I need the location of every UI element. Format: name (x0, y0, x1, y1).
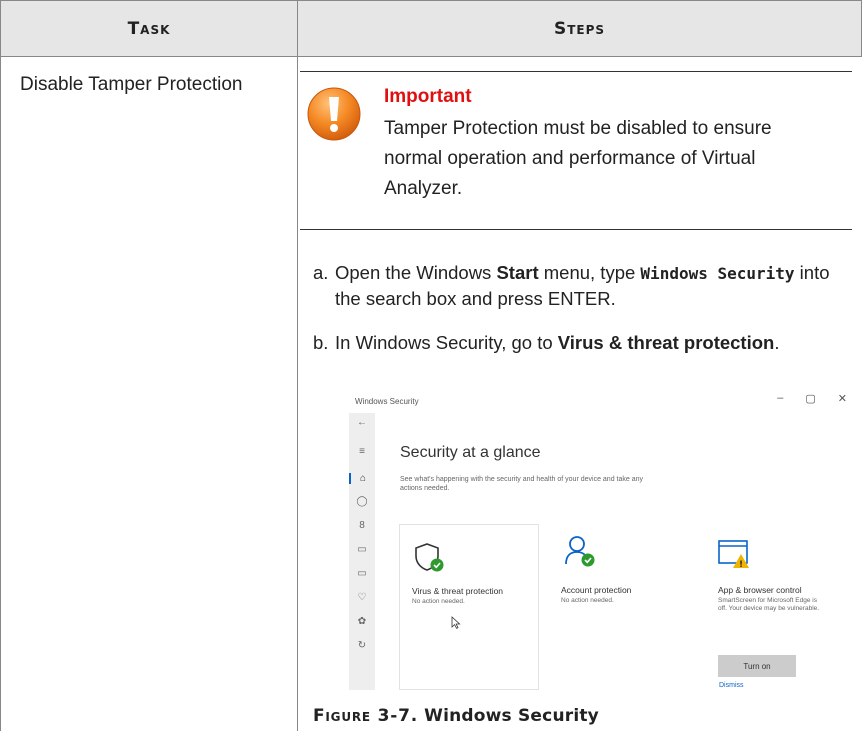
important-top-rule (300, 71, 852, 72)
browser-icon[interactable]: ▭ (349, 544, 375, 555)
turn-on-button[interactable]: Turn on (718, 655, 796, 677)
step-a-start: Start (496, 262, 539, 283)
card-app-sub: SmartScreen for Microsoft Edge is off. Y… (718, 597, 820, 612)
shield-check-icon (415, 543, 444, 572)
step-a-code: Windows Security (640, 264, 795, 283)
step-a: a. Open the Windows Start menu, type Win… (313, 260, 830, 309)
window-title: Windows Security (355, 397, 419, 406)
sidebar: ← ≡ ⌂ ◯ 8 ▭ ▭ ♡ ✿ ↻ (349, 413, 375, 690)
figure-number: Figure 3-7. (313, 706, 418, 726)
windows-security-screenshot: Windows Security – ▢ ✕ ← ≡ ⌂ ◯ 8 ▭ ▭ ♡ ✿… (349, 386, 851, 690)
window-controls: – ▢ ✕ (777, 392, 847, 405)
step-b-text: In Windows Security, go to Virus & threa… (335, 330, 862, 355)
mouse-cursor-icon (451, 616, 461, 629)
step-b-letter: b. (313, 332, 329, 353)
person-icon[interactable]: 8 (349, 520, 375, 531)
warning-exclamation-icon (307, 87, 361, 141)
back-arrow-icon[interactable]: ← (349, 417, 375, 428)
task-label: Disable Tamper Protection (20, 74, 243, 95)
important-title: Important (384, 86, 472, 107)
device-security-icon[interactable]: ▭ (349, 568, 375, 579)
menu-icon[interactable]: ≡ (349, 446, 375, 457)
header-steps: Steps (553, 18, 606, 39)
step-b-text1: In Windows Security, go to (335, 332, 558, 353)
history-icon[interactable]: ↻ (349, 640, 375, 651)
step-a-text: Open the Windows Start menu, type Window… (335, 260, 855, 311)
card-virus-sub: No action needed. (412, 598, 465, 605)
card-virus-title: Virus & threat protection (412, 586, 504, 596)
minimize-icon[interactable]: – (777, 392, 783, 405)
ws-subtitle: See what's happening with the security a… (400, 476, 643, 492)
figure-title: Windows Security (418, 706, 599, 726)
shield-icon[interactable]: ◯ (349, 496, 375, 507)
home-icon[interactable]: ⌂ (349, 473, 375, 484)
figure-caption: Figure 3-7. Windows Security (313, 706, 599, 726)
step-a-letter: a. (313, 262, 329, 283)
column-divider (297, 0, 298, 731)
header-bottom-border (0, 56, 862, 57)
heart-icon[interactable]: ♡ (349, 592, 375, 603)
svg-text:!: ! (739, 560, 743, 570)
card-account-protection[interactable]: Account protection No action needed. (557, 524, 697, 690)
card-app-title: App & browser control (718, 585, 802, 595)
step-b-bold: Virus & threat protection (557, 332, 775, 353)
browser-warning-icon: ! (718, 540, 749, 570)
important-bottom-rule (300, 229, 852, 230)
card-account-sub: No action needed. (561, 597, 614, 604)
header-task: Task (127, 18, 171, 39)
step-b: b. In Windows Security, go to Virus & th… (313, 330, 779, 355)
maximize-icon[interactable]: ▢ (805, 392, 815, 405)
ws-heading: Security at a glance (400, 444, 541, 461)
close-icon[interactable]: ✕ (838, 392, 847, 405)
family-icon[interactable]: ✿ (349, 616, 375, 627)
person-check-icon (565, 536, 595, 567)
important-text: Tamper Protection must be disabled to en… (384, 118, 772, 199)
step-a-text2: menu, type (538, 262, 641, 283)
step-a-text1: Open the Windows (335, 262, 497, 283)
card-virus-threat[interactable]: Virus & threat protection No action need… (399, 524, 539, 690)
dismiss-link[interactable]: Dismiss (719, 682, 744, 689)
card-account-title: Account protection (561, 585, 632, 595)
table-left-border (0, 0, 1, 731)
step-b-text2: . (774, 332, 780, 353)
